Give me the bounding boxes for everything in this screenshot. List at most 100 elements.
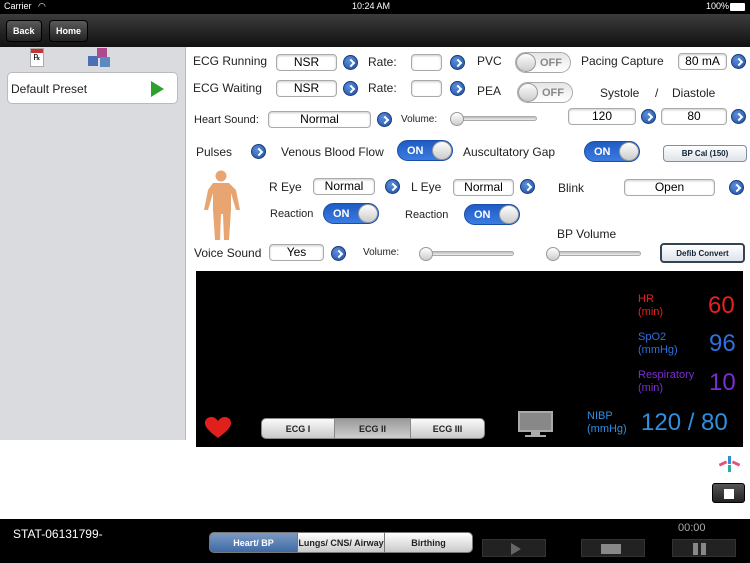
- blocks-icon[interactable]: [88, 48, 116, 67]
- spo2-label: SpO2 (mmHg): [638, 331, 678, 357]
- defib-convert-button[interactable]: Defib Convert: [660, 243, 745, 263]
- tab-ecg-i[interactable]: ECG I: [261, 418, 335, 439]
- left-eye-label: L Eye: [411, 180, 442, 194]
- bp-cal-button[interactable]: BP Cal (150): [663, 145, 747, 162]
- play-icon[interactable]: [151, 81, 164, 97]
- ecg-waiting-value[interactable]: NSR: [276, 80, 337, 97]
- rate-waiting-disclosure-icon[interactable]: [450, 81, 465, 96]
- default-preset-item[interactable]: Default Preset: [7, 72, 178, 104]
- right-eye-disclosure-icon[interactable]: [385, 179, 400, 194]
- ecg-running-value[interactable]: NSR: [276, 54, 337, 71]
- stop-button[interactable]: [712, 483, 745, 503]
- voice-volume-thumb[interactable]: [419, 247, 433, 261]
- blink-disclosure-icon[interactable]: [729, 180, 744, 195]
- stop-control-button[interactable]: [581, 539, 645, 557]
- case-id: STAT-06131799-: [13, 527, 103, 541]
- tab-heart-bp[interactable]: Heart/ BP: [209, 532, 298, 553]
- nibp-label-text: NIBP: [587, 410, 613, 422]
- rate-waiting-field[interactable]: [411, 80, 442, 97]
- heart-volume-thumb[interactable]: [450, 112, 464, 126]
- back-button[interactable]: Back: [6, 20, 42, 42]
- stop-icon: [724, 489, 734, 499]
- pacing-capture-value[interactable]: 80 mA: [678, 53, 727, 70]
- spo2-label-text: SpO2: [638, 331, 667, 343]
- home-button[interactable]: Home: [49, 20, 89, 42]
- pause-control-button[interactable]: [672, 539, 736, 557]
- voice-sound-label: Voice Sound: [194, 246, 262, 260]
- spo2-value: 96: [709, 330, 736, 357]
- left-reaction-toggle[interactable]: ON: [464, 204, 520, 225]
- diastole-disclosure-icon[interactable]: [731, 109, 746, 124]
- ecg-running-disclosure-icon[interactable]: [343, 55, 358, 70]
- clock: 10:24 AM: [352, 1, 391, 11]
- diastole-value[interactable]: 80: [661, 108, 727, 125]
- systole-label: Systole: [600, 86, 640, 100]
- tab-ecg-iii[interactable]: ECG III: [410, 418, 485, 439]
- hr-label: HR (min): [638, 293, 663, 319]
- heart-sound-value[interactable]: Normal: [268, 111, 371, 128]
- heart-icon: [205, 417, 231, 438]
- systole-value[interactable]: 120: [568, 108, 636, 125]
- pacing-disclosure-icon[interactable]: [731, 54, 746, 69]
- carrier-label: Carrier: [4, 1, 32, 11]
- stop-control-icon: [601, 544, 621, 554]
- pulses-disclosure-icon[interactable]: [251, 144, 266, 159]
- pause-bar-right-icon: [701, 543, 706, 555]
- heart-sound-disclosure-icon[interactable]: [377, 112, 392, 127]
- bp-volume-slider[interactable]: [547, 251, 641, 256]
- prescription-icon[interactable]: ℞: [30, 48, 44, 67]
- heart-volume-label: Volume:: [401, 114, 438, 125]
- spo2-unit: (mmHg): [638, 344, 678, 356]
- blink-label: Blink: [558, 181, 585, 195]
- pea-toggle[interactable]: OFF: [517, 82, 573, 103]
- ecg-waiting-label: ECG Waiting: [193, 81, 262, 95]
- bp-volume-thumb[interactable]: [546, 247, 560, 261]
- rate-running-label: Rate:: [368, 55, 397, 69]
- venous-blood-flow-toggle[interactable]: ON: [397, 140, 453, 161]
- play-control-button[interactable]: [482, 539, 546, 557]
- auscultatory-gap-label: Auscultatory Gap: [463, 145, 556, 159]
- sidebar: [0, 47, 186, 440]
- battery-icon: [730, 3, 745, 11]
- wifi-icon: ◠: [38, 1, 46, 11]
- logo-icon: [716, 456, 742, 472]
- diastole-label: Diastole: [672, 86, 716, 100]
- tab-ecg-ii[interactable]: ECG II: [334, 418, 411, 439]
- left-eye-disclosure-icon[interactable]: [520, 179, 535, 194]
- bp-volume-label: BP Volume: [557, 227, 617, 241]
- voice-sound-disclosure-icon[interactable]: [331, 246, 346, 261]
- pvc-toggle[interactable]: OFF: [515, 52, 571, 73]
- resp-unit: (min): [638, 382, 664, 394]
- status-bar: Carrier ◠ 10:24 AM 100%: [0, 0, 750, 14]
- voice-volume-slider[interactable]: [420, 251, 514, 256]
- left-eye-value[interactable]: Normal: [453, 179, 514, 196]
- hr-value: 60: [708, 292, 735, 319]
- nibp-unit: (mmHg): [587, 423, 627, 435]
- right-eye-value[interactable]: Normal: [313, 178, 375, 195]
- right-reaction-toggle[interactable]: ON: [323, 203, 379, 224]
- nibp-value: 120 / 80: [641, 409, 728, 436]
- hr-unit: (min): [638, 306, 664, 318]
- tab-birthing[interactable]: Birthing: [384, 532, 473, 553]
- blink-value[interactable]: Open: [624, 179, 715, 196]
- display-monitor-icon[interactable]: [518, 411, 553, 437]
- venous-blood-flow-label: Venous Blood Flow: [281, 145, 384, 159]
- rate-running-disclosure-icon[interactable]: [450, 55, 465, 70]
- hr-label-text: HR: [638, 293, 654, 305]
- tab-lungs-cns-airway[interactable]: Lungs/ CNS/ Airway: [297, 532, 385, 553]
- systole-disclosure-icon[interactable]: [641, 109, 656, 124]
- timer: 00:00: [678, 522, 706, 534]
- pacing-capture-label: Pacing Capture: [581, 54, 664, 68]
- right-eye-label: R Eye: [269, 180, 302, 194]
- rate-running-field[interactable]: [411, 54, 442, 71]
- ecg-waiting-disclosure-icon[interactable]: [343, 81, 358, 96]
- pause-bar-left-icon: [693, 543, 698, 555]
- rate-waiting-label: Rate:: [368, 81, 397, 95]
- auscultatory-gap-toggle[interactable]: ON: [584, 141, 640, 162]
- pulses-label: Pulses: [196, 145, 233, 159]
- battery-percent: 100%: [706, 1, 730, 11]
- resp-label: Respiratory (min): [638, 369, 694, 395]
- resp-value: 10: [709, 369, 736, 396]
- voice-sound-value[interactable]: Yes: [269, 244, 324, 261]
- resp-label-text: Respiratory: [638, 369, 695, 381]
